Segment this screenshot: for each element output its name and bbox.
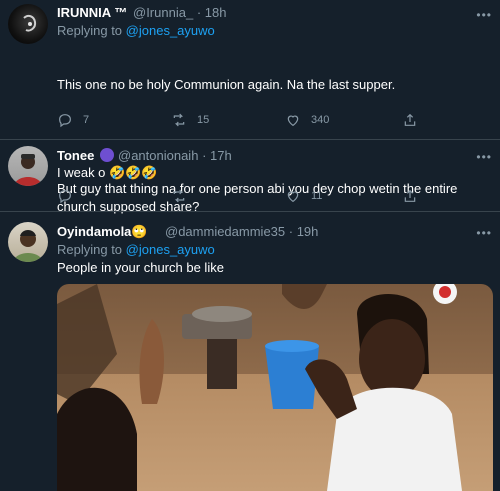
video-frame	[57, 284, 493, 491]
user-handle[interactable]: @dammiedammie35 · 19h	[165, 224, 318, 239]
like-button[interactable]: 11	[285, 188, 322, 204]
replying-to: Replying to @jones_ayuwo	[57, 242, 215, 257]
more-options-button[interactable]: •••	[476, 150, 492, 164]
like-count: 340	[311, 114, 330, 126]
retweet-icon	[173, 113, 185, 127]
retweet-icon	[173, 189, 185, 203]
share-button[interactable]	[402, 188, 428, 204]
name-emoji: 🙄	[131, 224, 148, 239]
reply-count: 7	[83, 114, 90, 126]
mention-link[interactable]: @jones_ayuwo	[126, 242, 215, 257]
reply-button[interactable]	[57, 188, 83, 204]
reply-icon	[59, 190, 71, 204]
tweet-actions: 11	[57, 188, 477, 206]
tweet-media-video[interactable]	[57, 284, 493, 491]
avatar-image	[13, 230, 43, 262]
user-handle[interactable]: @antonionaih · 17h	[118, 148, 232, 163]
avatar[interactable]	[8, 222, 48, 262]
retweet-count: 15	[197, 114, 210, 126]
tweet-actions: 7 15 340	[57, 112, 477, 130]
display-name[interactable]: IRUNNIA ™	[57, 5, 127, 20]
like-icon	[287, 115, 299, 127]
handle-text: @antonionaih	[118, 148, 199, 163]
mention-link[interactable]: @jones_ayuwo	[126, 23, 215, 38]
avatar[interactable]	[8, 146, 48, 186]
avatar[interactable]	[8, 4, 48, 44]
more-options-button[interactable]: •••	[476, 226, 492, 240]
reply-icon	[59, 114, 71, 128]
share-button[interactable]	[402, 112, 428, 128]
display-name[interactable]: Tonee	[57, 148, 114, 163]
display-name[interactable]: Oyindamola🙄	[57, 224, 148, 240]
tweet-oyindamola[interactable]: Oyindamola🙄 @dammiedammie35 · 19h ••• Re…	[0, 212, 500, 491]
like-button[interactable]: 340	[285, 112, 329, 128]
timestamp[interactable]: · 17h	[202, 148, 232, 163]
timestamp[interactable]: · 18h	[197, 5, 227, 20]
replying-label: Replying to	[57, 23, 123, 38]
timestamp[interactable]: · 19h	[289, 224, 319, 239]
display-name-text: Tonee	[57, 148, 95, 163]
tweet-text: I weak o 🤣🤣🤣	[57, 165, 158, 180]
share-icon	[404, 189, 416, 202]
display-name-text: Oyindamola	[57, 224, 132, 239]
reply-button[interactable]: 7	[57, 112, 89, 128]
tweet-text: People in your church be like	[57, 260, 224, 275]
more-options-button[interactable]: •••	[476, 8, 492, 22]
like-count: 11	[311, 190, 323, 202]
replying-label: Replying to	[57, 242, 123, 257]
avatar-image	[14, 154, 42, 186]
verified-badge-icon	[99, 148, 114, 162]
handle-text: @dammiedammie35	[165, 224, 286, 239]
like-icon	[287, 191, 299, 203]
retweet-button[interactable]	[171, 188, 197, 204]
retweet-button[interactable]: 15	[171, 112, 209, 128]
user-handle[interactable]: @Irunnia_ · 18h	[133, 5, 226, 20]
avatar-image	[23, 14, 37, 32]
handle-text: @Irunnia_	[133, 5, 194, 20]
tweet-text-line: This one no be holy Communion again. Na …	[57, 77, 396, 92]
tweet-irunnia[interactable]: IRUNNIA ™ @Irunnia_ · 18h ••• Replying t…	[0, 0, 500, 214]
tweet-tonee[interactable]: Tonee @antonionaih · 17h ••• I weak o 🤣🤣…	[0, 140, 500, 212]
replying-to: Replying to @jones_ayuwo	[57, 23, 215, 38]
share-icon	[404, 113, 416, 126]
